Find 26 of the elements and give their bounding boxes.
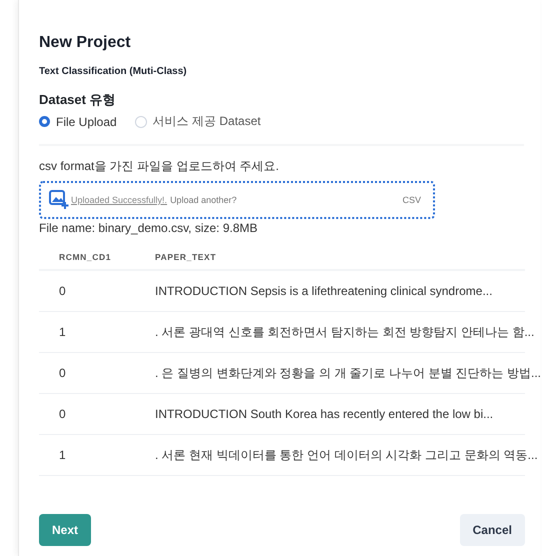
image-add-icon	[49, 190, 69, 210]
table-cell-text: INTRODUCTION Sepsis is a lifethreatening clinical syndrome...	[155, 284, 494, 298]
dialog-title: New Project	[39, 34, 132, 52]
table-cell: . 서론 광대역 신호를 회전하면서 탐지하는 회전 방향탐지 안테나는 함...	[155, 324, 534, 340]
upload-instruction: csv format을 가진 파일을 업로드하여 주세요.	[39, 158, 280, 175]
table-cell-text: 0	[59, 407, 67, 421]
table-cell: . 서론 현재 빅데이터를 통한 언어 데이터의 시각화 그리고 문화의 역동...	[155, 446, 538, 464]
table-cell-text: INTRODUCTION South Korea has recently entered the low bi...	[155, 407, 494, 421]
upload-status-link[interactable]: Uploaded Successfully!.	[71, 195, 168, 205]
table-cell-text: 1	[59, 448, 67, 462]
column-header: RCMN_CD1	[59, 252, 112, 262]
file-info: File name: binary_demo.csv, size: 9.8MB	[39, 221, 259, 235]
table-cell-text: 1	[59, 325, 67, 339]
task-type: Text Classification (Muti-Class)	[39, 66, 188, 77]
radio-option[interactable]: 서비스 제공 Dataset	[134, 113, 261, 130]
upload-dropzone[interactable]: Uploaded Successfully!. Upload another? CSV	[39, 181, 435, 219]
table-cell-text: 0	[59, 366, 67, 380]
upload-prompt: Upload another?	[170, 195, 237, 205]
table-cell-text: 0	[59, 284, 67, 298]
table-cell: . 은 질병의 변화단계와 정황을 의 개 줄기로 나누어 분별 진단하는 방법...	[155, 364, 542, 382]
file-format: CSV	[402, 195, 421, 205]
next-button[interactable]: Next	[39, 514, 92, 546]
dataset-type-label: Dataset 유형	[39, 91, 117, 109]
cancel-button[interactable]: Cancel	[460, 514, 525, 546]
column-header: PAPER_TEXT	[155, 252, 218, 262]
radio-option[interactable]: File Upload	[39, 113, 117, 130]
